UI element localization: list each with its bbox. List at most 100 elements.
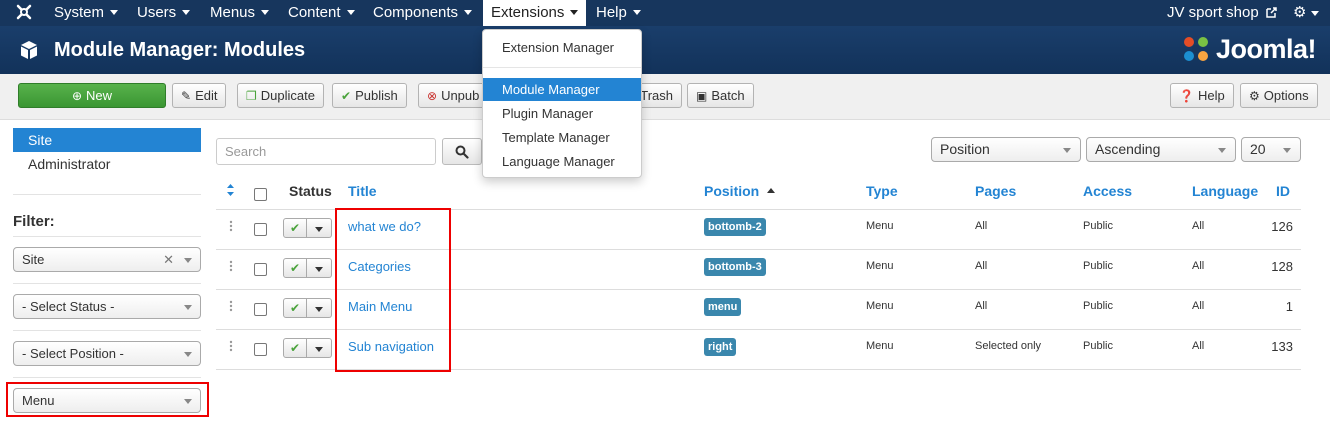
settings-menu[interactable]: ⚙ — [1293, 0, 1320, 26]
site-link[interactable]: JV sport shop — [1167, 0, 1277, 26]
direction-value: Ascending — [1095, 141, 1161, 157]
clear-icon[interactable]: ✕ — [163, 248, 174, 271]
status-toggle[interactable]: ✔ — [283, 258, 332, 278]
status-filter-select[interactable]: - Select Status - — [13, 294, 201, 319]
position-badge: right — [704, 338, 737, 356]
language-header[interactable]: Language — [1192, 183, 1258, 199]
menu-help[interactable]: Help — [588, 0, 649, 26]
sidebar-item-site[interactable]: Site — [13, 128, 201, 152]
menu-extensions-label: Extensions — [491, 4, 565, 21]
caret-down-icon — [110, 9, 119, 15]
limit-select[interactable]: 20 — [1241, 137, 1301, 162]
menu-help-label: Help — [596, 4, 627, 21]
caret-down-icon — [1311, 10, 1320, 16]
id-cell: 1 — [1285, 299, 1293, 314]
published-check-icon[interactable]: ✔ — [283, 338, 307, 358]
menu-components[interactable]: Components — [365, 0, 480, 26]
status-dropdown-toggle[interactable] — [307, 218, 332, 238]
search-button[interactable] — [442, 138, 482, 165]
language-cell: All — [1192, 340, 1205, 352]
published-check-icon[interactable]: ✔ — [283, 298, 307, 318]
duplicate-button-label: Duplicate — [260, 88, 315, 103]
publish-button[interactable]: ✔ Publish — [332, 83, 407, 108]
menu-content[interactable]: Content — [280, 0, 363, 26]
type-header[interactable]: Type — [866, 183, 898, 199]
id-cell: 133 — [1271, 339, 1293, 354]
chevron-down-icon — [1218, 148, 1226, 153]
gear-icon: ⚙ — [1293, 4, 1307, 21]
status-dropdown-toggle[interactable] — [307, 298, 332, 318]
menu-item-template-manager[interactable]: Template Manager — [483, 126, 641, 149]
joomla-brand-text: Joomla! — [1215, 33, 1317, 64]
position-header[interactable]: Position — [704, 183, 776, 199]
site-link-label: JV sport shop — [1167, 4, 1259, 21]
menu-menus[interactable]: Menus — [202, 0, 277, 26]
status-toggle[interactable]: ✔ — [283, 338, 332, 358]
published-check-icon[interactable]: ✔ — [283, 218, 307, 238]
edit-button[interactable]: ✎ Edit — [172, 83, 227, 108]
duplicate-button[interactable]: ❐ Duplicate — [237, 83, 324, 108]
drag-handle-icon[interactable] — [229, 300, 233, 312]
search-placeholder: Search — [225, 144, 267, 159]
help-button-label: Help — [1197, 88, 1225, 103]
drag-handle-icon[interactable] — [229, 260, 233, 272]
status-dropdown-toggle[interactable] — [307, 338, 332, 358]
status-toggle[interactable]: ✔ — [283, 298, 332, 318]
times-circle-icon: ⊗ — [427, 89, 438, 103]
joomla-logo-icon[interactable] — [14, 3, 34, 23]
client-filter-select[interactable]: Site ✕ — [13, 247, 201, 272]
status-dropdown-toggle[interactable] — [307, 258, 332, 278]
position-filter-select[interactable]: - Select Position - — [13, 341, 201, 366]
menu-item-plugin-manager[interactable]: Plugin Manager — [483, 102, 641, 125]
cube-icon — [21, 41, 37, 59]
row-checkbox[interactable] — [254, 343, 267, 356]
copy-icon: ❐ — [246, 89, 257, 103]
menu-extensions[interactable]: Extensions — [483, 0, 587, 26]
status-toggle[interactable]: ✔ — [283, 218, 332, 238]
access-header[interactable]: Access — [1083, 183, 1132, 199]
title-header[interactable]: Title — [348, 183, 377, 199]
order-by-select[interactable]: Position — [931, 137, 1081, 162]
highlight-box-type-filter — [6, 382, 209, 417]
type-cell: Menu — [866, 340, 894, 352]
sidebar-item-administrator[interactable]: Administrator — [13, 152, 201, 176]
menu-components-label: Components — [373, 4, 459, 21]
row-checkbox[interactable] — [254, 303, 267, 316]
menu-item-extension-manager[interactable]: Extension Manager — [483, 36, 641, 59]
menu-item-language-manager[interactable]: Language Manager — [483, 150, 641, 173]
batch-button[interactable]: ▣ Batch — [687, 83, 754, 108]
menu-item-module-manager[interactable]: Module Manager — [483, 78, 641, 101]
pages-cell: All — [975, 220, 988, 232]
edit-button-label: Edit — [195, 88, 218, 103]
external-link-icon — [1266, 7, 1277, 18]
new-button[interactable]: ⊕ New — [18, 83, 166, 108]
divider — [13, 330, 201, 331]
unpublish-button[interactable]: ⊗ Unpub — [418, 83, 488, 108]
row-checkbox[interactable] — [254, 263, 267, 276]
status-filter-value: - Select Status - — [22, 299, 115, 314]
search-input[interactable]: Search — [216, 138, 436, 165]
drag-handle-icon[interactable] — [229, 220, 233, 232]
page-title: Module Manager: Modules — [54, 39, 306, 61]
direction-select[interactable]: Ascending — [1086, 137, 1236, 162]
help-button[interactable]: ❓ Help — [1170, 83, 1234, 108]
menu-system[interactable]: System — [46, 0, 126, 26]
pages-header[interactable]: Pages — [975, 183, 1016, 199]
ordering-header[interactable] — [226, 183, 235, 200]
options-button[interactable]: ⚙ Options — [1240, 83, 1318, 108]
drag-handle-icon[interactable] — [229, 340, 233, 352]
divider — [13, 283, 201, 284]
published-check-icon[interactable]: ✔ — [283, 258, 307, 278]
divider — [13, 194, 201, 195]
id-header[interactable]: ID — [1276, 183, 1290, 199]
row-checkbox[interactable] — [254, 223, 267, 236]
caret-down-icon — [570, 9, 579, 15]
checkbox-square-icon: ▣ — [696, 89, 708, 103]
caret-down-icon — [182, 9, 191, 15]
status-header[interactable]: Status — [289, 183, 332, 199]
select-all-checkbox[interactable] — [254, 188, 267, 201]
language-cell: All — [1192, 220, 1205, 232]
menu-users[interactable]: Users — [129, 0, 198, 26]
page-header: Module Manager: Modules Joomla! — [0, 26, 1330, 74]
pages-cell: Selected only — [975, 340, 1042, 352]
